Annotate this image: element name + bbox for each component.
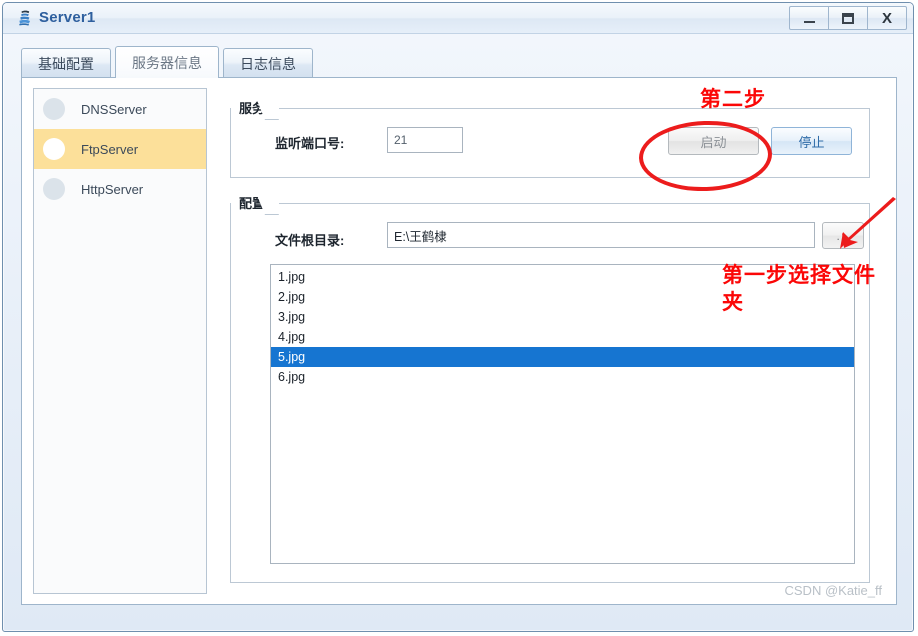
tab-label: 日志信息 [240,55,296,72]
minimize-icon [803,21,815,23]
maximize-button[interactable] [828,6,868,30]
port-input-value: 21 [394,133,408,147]
stop-button-label: 停止 [798,134,825,150]
close-icon: X [881,9,892,27]
config-group-title: 配置 [231,194,280,214]
tab-label: 服务器信息 [132,54,202,71]
root-dir-input[interactable]: E:\王鹤棣 [387,222,815,248]
sidebar-item-label: DNSServer [81,101,147,117]
service-group-title: 服务 [231,99,280,119]
application-window: Server1 X 基础配置 服务器信息 日志信息 DNSServer FtpS… [2,2,914,632]
file-name: 1.jpg [278,270,306,284]
tab-label: 基础配置 [38,55,94,72]
status-dot-icon [43,98,65,120]
sidebar-item-ftpserver[interactable]: FtpServer [34,129,206,169]
file-name: 3.jpg [278,310,306,324]
app-root: Server1 X 基础配置 服务器信息 日志信息 DNSServer FtpS… [0,0,918,636]
tab-log-info[interactable]: 日志信息 [223,48,313,78]
minimize-button[interactable] [789,6,829,30]
list-item-selected[interactable]: 5.jpg [271,347,854,367]
file-name: 2.jpg [278,290,306,304]
file-name: 5.jpg [278,350,306,364]
service-group-box: 服务 监听端口号: 21 启动 停止 [230,99,870,178]
status-dot-icon [43,138,65,160]
annotation-arrow-icon [840,197,896,249]
sidebar-item-label: HttpServer [81,181,144,197]
sidebar-item-httpserver[interactable]: HttpServer [34,169,206,209]
server-list-sidebar: DNSServer FtpServer HttpServer [33,88,207,594]
list-item[interactable]: 6.jpg [271,367,854,387]
file-name: 4.jpg [278,330,306,344]
port-input[interactable]: 21 [387,127,463,153]
watermark: CSDN @Katie_ff [784,583,883,598]
maximize-icon [842,12,854,24]
status-dot-icon [43,178,65,200]
sidebar-item-dnsserver[interactable]: DNSServer [34,89,206,129]
root-dir-label: 文件根目录: [275,233,345,248]
config-group-box: 配置 文件根目录: E:\王鹤棣 ... 1.jpg 2.jpg 3.jpg 4… [230,194,870,583]
tab-bar: 基础配置 服务器信息 日志信息 [21,46,317,78]
window-controls: X [789,6,907,30]
file-name: 6.jpg [278,370,306,384]
java-duke-icon [15,8,35,28]
annotation-step-one: 第一步选择文件夹 [722,264,876,314]
sidebar-item-label: FtpServer [81,141,139,157]
title-bar: Server1 X [3,3,913,34]
stop-button[interactable]: 停止 [771,127,852,155]
tab-basic-config[interactable]: 基础配置 [21,48,111,78]
port-label: 监听端口号: [275,136,345,151]
tab-server-info[interactable]: 服务器信息 [115,46,219,78]
close-button[interactable]: X [867,6,907,30]
root-dir-value: E:\王鹤棣 [394,229,447,244]
list-item[interactable]: 4.jpg [271,327,854,347]
annotation-step-two: 第二步 [700,88,766,111]
window-title: Server1 [39,9,96,26]
